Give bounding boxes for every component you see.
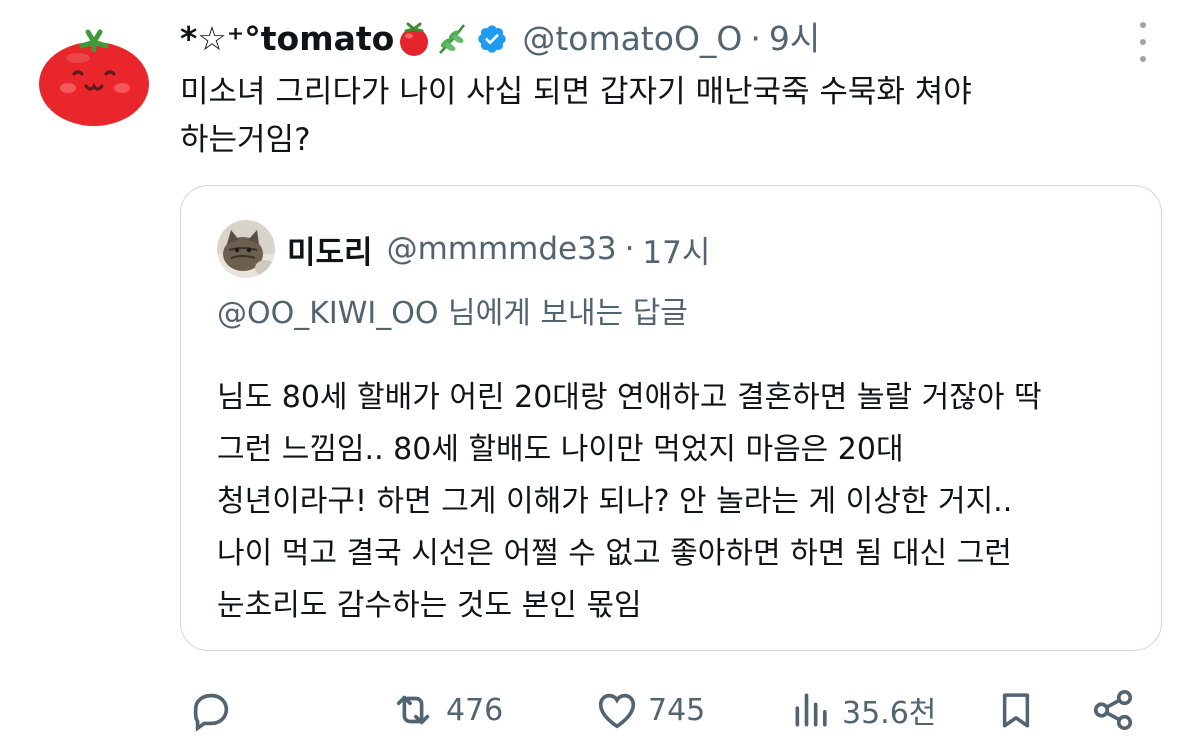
share-icon	[1093, 689, 1133, 731]
reply-button[interactable]	[188, 680, 234, 740]
author-display-name[interactable]: *☆⁺°tomato	[180, 14, 394, 64]
share-button[interactable]	[1090, 680, 1136, 740]
verified-badge-icon	[476, 23, 508, 55]
author-handle[interactable]: @tomatoO_O	[522, 14, 742, 64]
quoted-author-avatar	[217, 220, 275, 278]
views-button[interactable]: 35.6천	[790, 680, 936, 740]
tweet-text: 미소녀 그리다가 나이 사십 되면 갑자기 매난국죽 수묵화 쳐야 하는거임?	[180, 74, 972, 158]
quoted-tweet-card[interactable]: 미도리 @mmmmde33 · 17시 @OO_KIWI_OO 님에게 보내는 …	[180, 185, 1162, 651]
like-button[interactable]: 745	[594, 680, 705, 740]
heart-icon	[598, 693, 636, 729]
cat-photo-avatar-icon	[217, 220, 275, 278]
quoted-tweet-text: 님도 80세 할배가 어린 20대랑 연애하고 결혼하면 놀랄 거잖아 딱 그런…	[217, 380, 1042, 623]
separator-dot: ·	[750, 19, 761, 58]
quoted-tweet-time[interactable]: 17시	[642, 227, 710, 272]
views-count: 35.6천	[842, 696, 937, 731]
bookmark-icon	[1002, 693, 1030, 728]
quoted-author-handle[interactable]: @mmmmde33	[387, 231, 617, 267]
tweet-time[interactable]: 9시	[769, 14, 820, 64]
reply-context[interactable]: @OO_KIWI_OO 님에게 보내는 답글	[217, 290, 688, 338]
like-count: 745	[648, 692, 706, 728]
action-bar: 476 745 35.6천	[0, 680, 1200, 740]
more-options-icon[interactable]	[1128, 20, 1158, 64]
quoted-author-display-name[interactable]: 미도리	[287, 227, 373, 272]
herb-emoji-icon	[434, 21, 470, 57]
reply-icon	[193, 693, 229, 732]
tomato-emoji-icon	[396, 21, 432, 57]
author-avatar[interactable]	[38, 28, 150, 126]
retweet-button[interactable]: 476	[388, 680, 503, 740]
bookmark-button[interactable]	[995, 680, 1037, 740]
tweet-header: *☆⁺°tomato @tomatoO_O · 9시	[180, 14, 820, 64]
tomato-face-avatar-icon	[39, 29, 149, 126]
retweet-count: 476	[446, 692, 504, 728]
quoted-tweet-header: 미도리 @mmmmde33 · 17시	[287, 224, 710, 274]
views-icon	[795, 693, 827, 727]
separator-dot: ·	[624, 231, 635, 267]
retweet-icon	[396, 695, 430, 725]
